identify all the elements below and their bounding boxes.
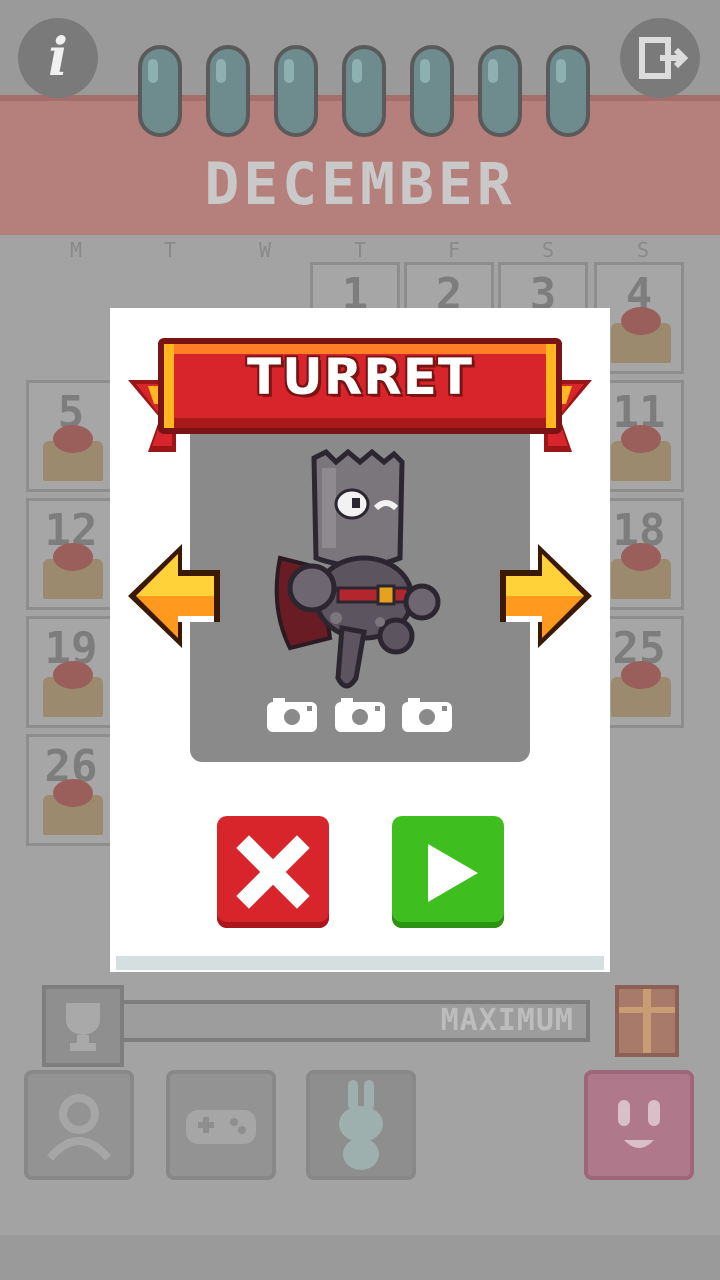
cancel-button[interactable] <box>217 816 329 928</box>
cake-icon <box>611 425 671 481</box>
dialog-bottom-edge <box>116 956 604 970</box>
exit-button[interactable] <box>620 18 700 98</box>
gift-icon[interactable] <box>615 985 679 1057</box>
cake-icon <box>611 307 671 363</box>
calendar-day[interactable]: 26 <box>26 734 116 846</box>
binder-ring <box>138 45 182 137</box>
cake-icon <box>43 425 103 481</box>
calendar-day[interactable]: 5 <box>26 380 116 492</box>
info-icon: i <box>48 27 68 88</box>
cake-icon <box>43 779 103 835</box>
progress-label: MAXIMUM <box>440 1003 574 1038</box>
binder-ring <box>342 45 386 137</box>
info-button[interactable]: i <box>18 18 98 98</box>
binder-ring <box>274 45 318 137</box>
gamepad-button[interactable] <box>166 1070 276 1180</box>
binder-ring <box>546 45 590 137</box>
cake-icon <box>43 543 103 599</box>
arrow-left-icon[interactable] <box>124 544 224 648</box>
progress-bar: MAXIMUM <box>120 1000 590 1042</box>
camera-icon <box>402 698 452 732</box>
weekday-label: W <box>258 238 272 262</box>
weekday-label: F <box>447 238 461 262</box>
play-icon <box>428 844 478 902</box>
gamepad-icon <box>186 1110 256 1144</box>
play-button[interactable] <box>392 816 504 928</box>
weekday-label: S <box>636 238 650 262</box>
trophy-icon <box>42 985 124 1067</box>
character-name: TURRET <box>247 348 473 406</box>
profile-button[interactable] <box>24 1070 134 1180</box>
face-icon <box>618 1100 660 1148</box>
binder-ring <box>206 45 250 137</box>
weekday-label: T <box>163 238 177 262</box>
pet-button[interactable] <box>306 1070 416 1180</box>
camera-icon <box>335 698 385 732</box>
calendar-day[interactable]: 12 <box>26 498 116 610</box>
binder-ring <box>478 45 522 137</box>
gift-shape <box>619 989 675 1053</box>
cake-icon <box>43 661 103 717</box>
camera-icon <box>267 698 317 732</box>
trophy-shape <box>66 1003 100 1051</box>
character-select-dialog: TURRET <box>110 308 610 972</box>
profile-icon <box>46 1094 112 1161</box>
month-title: DECEMBER <box>204 150 516 218</box>
binder-ring <box>410 45 454 137</box>
exit-icon <box>639 37 689 79</box>
turret-character <box>274 448 441 689</box>
face-button[interactable] <box>584 1070 694 1180</box>
cake-icon <box>611 543 671 599</box>
weekday-label: T <box>353 238 367 262</box>
weekday-label: S <box>541 238 555 262</box>
cake-icon <box>611 661 671 717</box>
bunny-icon <box>339 1080 383 1170</box>
arrow-right-icon[interactable] <box>496 544 596 648</box>
close-icon <box>236 835 310 909</box>
weekday-label: M <box>69 238 83 262</box>
calendar-day[interactable]: 19 <box>26 616 116 728</box>
